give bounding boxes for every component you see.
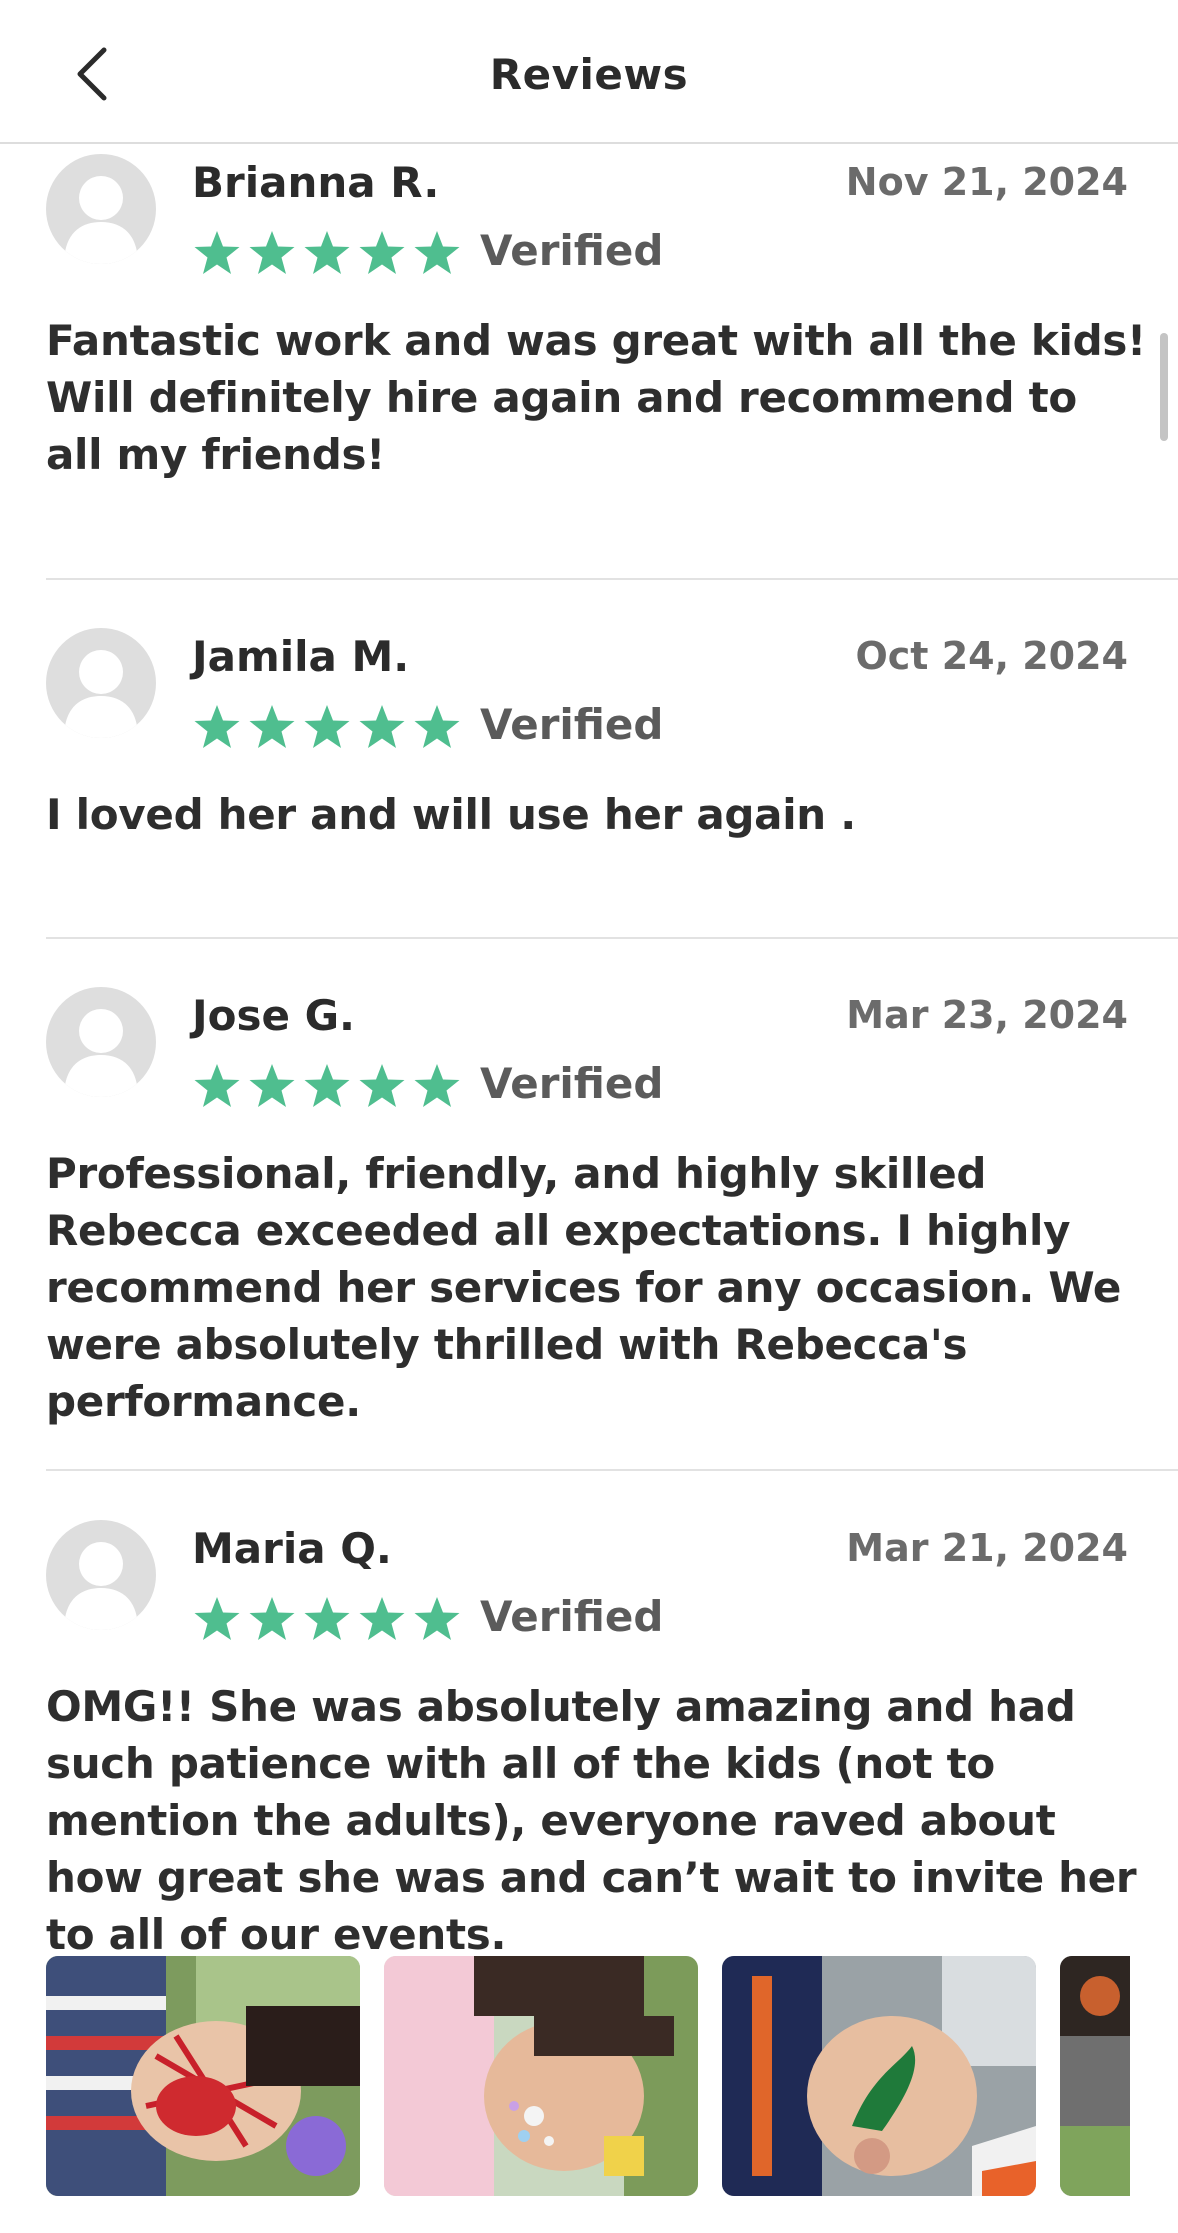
review-photo[interactable] [46,1956,360,2196]
star-rating [192,1061,462,1111]
photo-sparkle-face-paint [384,1956,698,2196]
avatar [46,987,156,1097]
photo-dinosaur-face-paint [722,1956,1036,2196]
star-rating [192,228,462,278]
review-date: Oct 24, 2024 [855,634,1128,678]
review-date: Mar 21, 2024 [846,1526,1128,1570]
divider [46,1469,1178,1471]
verified-label: Verified [480,226,664,275]
review-text: Fantastic work and was great with all th… [46,316,1146,479]
user-silhouette-icon [64,650,138,738]
star-icon [249,1064,295,1107]
verified-label: Verified [480,1592,664,1641]
star-icon [304,1064,350,1107]
review-photos [46,1956,1130,2196]
review-photo[interactable] [722,1956,1036,2196]
star-rating [192,1594,462,1644]
star-icon [304,231,350,274]
divider [46,578,1178,580]
star-icon [414,1064,460,1107]
star-icon [194,231,240,274]
star-icon [359,1597,405,1640]
reviewer-name: Brianna R. [192,158,440,207]
review-photo[interactable] [1060,1956,1130,2196]
star-icon [194,1597,240,1640]
review-text: Professional, friendly, and highly skill… [46,1149,1122,1426]
reviews-screen: Reviews Brianna R. Nov 21, 2024 Verified… [0,0,1178,2233]
scrollbar-thumb[interactable] [1160,333,1168,441]
star-icon [304,1597,350,1640]
star-icon [359,231,405,274]
photo-spiderman-face-paint [46,1956,360,2196]
header-bar: Reviews [0,0,1178,144]
user-silhouette-icon [64,1542,138,1630]
star-icon [249,705,295,748]
avatar [46,628,156,738]
review-text: I loved her and will use her again . [46,790,856,839]
review-date: Mar 23, 2024 [846,993,1128,1037]
review-date: Nov 21, 2024 [845,160,1128,204]
divider [46,937,1178,939]
page-title: Reviews [489,50,689,99]
user-silhouette-icon [64,1009,138,1097]
star-icon [414,705,460,748]
review-photo[interactable] [384,1956,698,2196]
review-text: OMG!! She was absolutely amazing and had… [46,1682,1137,1959]
star-icon [414,231,460,274]
photo-partial [1060,1956,1130,2196]
star-rating [192,702,462,752]
reviewer-name: Jamila M. [192,632,410,681]
star-icon [414,1597,460,1640]
star-icon [304,705,350,748]
star-icon [249,231,295,274]
star-icon [194,705,240,748]
reviewer-name: Jose G. [192,991,356,1040]
user-silhouette-icon [64,176,138,264]
star-icon [359,705,405,748]
verified-label: Verified [480,1059,664,1108]
avatar [46,1520,156,1630]
star-icon [249,1597,295,1640]
star-icon [194,1064,240,1107]
star-icon [359,1064,405,1107]
reviewer-name: Maria Q. [192,1524,392,1573]
verified-label: Verified [480,700,664,749]
avatar [46,154,156,264]
